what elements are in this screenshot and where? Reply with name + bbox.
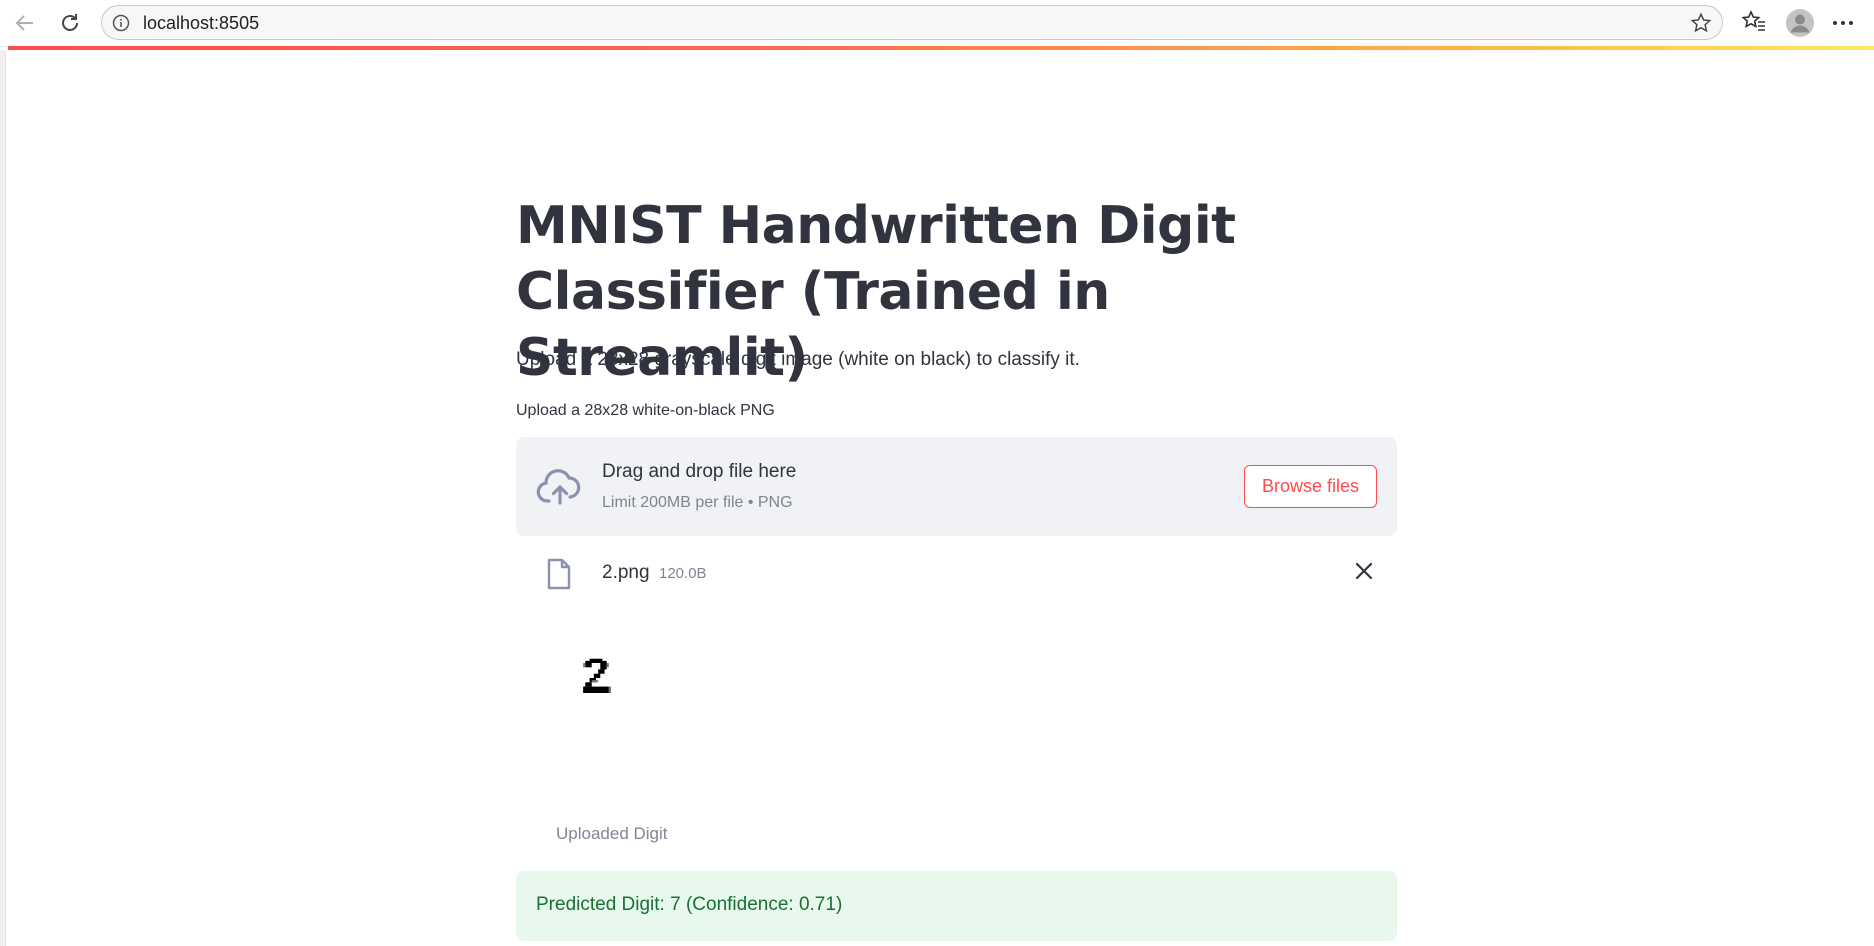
- image-caption: Uploaded Digit: [556, 824, 668, 843]
- browse-files-button[interactable]: Browse files: [1244, 465, 1377, 508]
- close-icon[interactable]: [1353, 560, 1375, 587]
- browser-toolbar: localhost:8505: [0, 0, 1874, 47]
- file-size: 120.0B: [659, 565, 707, 582]
- star-icon[interactable]: [1690, 12, 1712, 39]
- back-arrow-icon[interactable]: [11, 9, 39, 37]
- prediction-text: Predicted Digit: 7 (Confidence: 0.71): [536, 894, 843, 915]
- profile-avatar-icon[interactable]: [1785, 8, 1815, 43]
- page-subtitle: Upload a 28x28 grayscale digit image (wh…: [516, 349, 1080, 370]
- cloud-upload-icon: [536, 467, 584, 512]
- file-name: 2.png: [602, 562, 650, 583]
- file-uploader-label: Upload a 28x28 white-on-black PNG: [516, 402, 775, 419]
- file-icon: [546, 558, 572, 595]
- dropzone-title: Drag and drop file here: [602, 461, 797, 482]
- more-menu-icon[interactable]: [1832, 13, 1854, 38]
- prediction-success-alert: Predicted Digit: 7 (Confidence: 0.71): [516, 871, 1397, 941]
- url-text[interactable]: localhost:8505: [143, 13, 259, 34]
- favorites-icon[interactable]: [1741, 9, 1767, 40]
- dropzone-limit-text: Limit 200MB per file • PNG: [602, 494, 793, 511]
- uploaded-digit-image: [566, 648, 626, 708]
- info-icon[interactable]: [112, 14, 130, 37]
- address-bar[interactable]: localhost:8505: [101, 5, 1723, 40]
- reload-icon[interactable]: [56, 9, 84, 37]
- window-edge: [0, 50, 6, 946]
- app-loading-decoration: [8, 46, 1874, 50]
- uploaded-file-row: 2.png 120.0B: [516, 554, 1397, 594]
- file-dropzone[interactable]: Drag and drop file here Limit 200MB per …: [516, 437, 1397, 536]
